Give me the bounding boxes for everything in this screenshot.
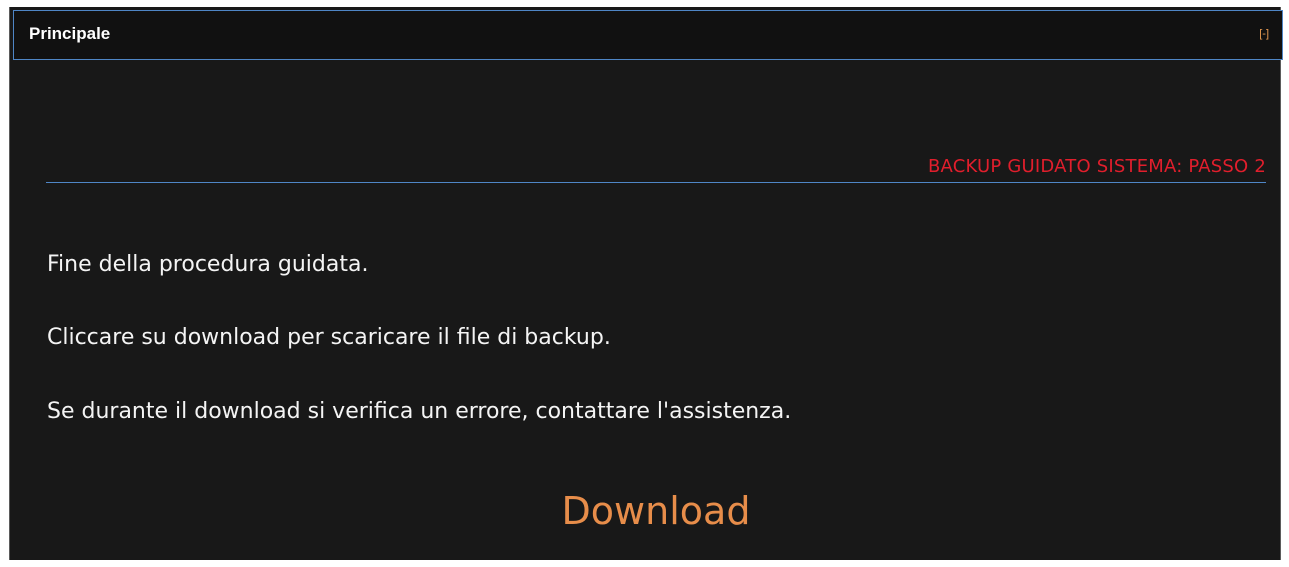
wizard-content: BACKUP GUIDATO SISTEMA: PASSO 2 Fine del… (46, 61, 1266, 567)
panel-title: Principale (29, 24, 111, 43)
wizard-step-title: BACKUP GUIDATO SISTEMA: PASSO 2 (927, 156, 1266, 177)
download-link[interactable]: Download (46, 489, 1266, 533)
error-support-message: Se durante il download si verifica un er… (47, 399, 792, 424)
download-instruction: Cliccare su download per scaricare il fi… (47, 325, 611, 350)
panel-header: Principale [-] (13, 10, 1283, 60)
completion-message: Fine della procedura guidata. (47, 252, 369, 277)
collapse-toggle[interactable]: [-] (1259, 28, 1269, 40)
main-panel: Principale [-] BACKUP GUIDATO SISTEMA: P… (9, 7, 1283, 560)
title-divider (46, 182, 1266, 183)
